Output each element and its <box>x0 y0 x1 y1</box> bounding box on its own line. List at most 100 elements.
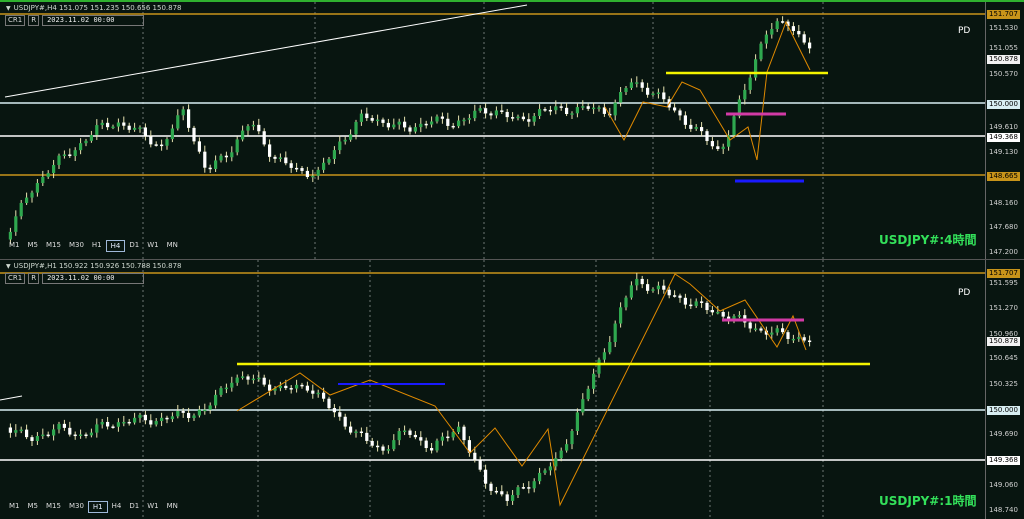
r-button[interactable]: R <box>28 273 40 284</box>
candle-body <box>381 446 385 451</box>
candle-body <box>79 143 83 151</box>
timeframe-m15[interactable]: M15 <box>42 501 65 513</box>
timeframe-m1[interactable]: M1 <box>5 501 24 513</box>
zigzag-line <box>236 273 807 507</box>
candle-body <box>565 444 569 451</box>
h1-chart-canvas[interactable] <box>0 260 1024 519</box>
timeframe-w1[interactable]: W1 <box>143 240 162 252</box>
cr1-button[interactable]: CR1 <box>5 273 26 284</box>
candle-body <box>300 168 304 171</box>
candle-body <box>392 124 396 128</box>
timeframe-mn[interactable]: MN <box>163 501 182 513</box>
price-tick-label: 147.680 <box>989 223 1018 231</box>
candle-body <box>629 285 633 298</box>
candle-body <box>781 21 785 23</box>
candle-body <box>397 121 401 125</box>
candle-body <box>791 26 795 31</box>
timeframe-m5[interactable]: M5 <box>24 240 43 252</box>
candle-body <box>640 278 644 285</box>
h4-chart-canvas[interactable] <box>0 2 1024 259</box>
h4-chart-panel[interactable]: ▼ USDJPY#,H4 151.075 151.235 150.656 150.… <box>0 0 1024 259</box>
candle-body <box>332 150 336 160</box>
candle-body <box>300 384 304 387</box>
timeframe-d1[interactable]: D1 <box>125 501 143 513</box>
timeframe-h1[interactable]: H1 <box>87 501 108 513</box>
candle-body <box>30 192 34 198</box>
candle-body <box>559 450 563 459</box>
candle-body <box>770 332 774 335</box>
candle-body <box>176 410 180 417</box>
timeframe-w1[interactable]: W1 <box>143 501 162 513</box>
candle-body <box>127 421 131 424</box>
candle-body <box>732 116 736 136</box>
cr1-button[interactable]: CR1 <box>5 15 26 26</box>
timeframe-m1[interactable]: M1 <box>5 240 24 252</box>
candle-body <box>586 388 590 400</box>
candle-body <box>575 412 579 432</box>
collapse-arrow-icon[interactable]: ▼ <box>6 5 11 12</box>
timeframe-h4[interactable]: H4 <box>105 240 126 252</box>
candle-body <box>408 127 412 132</box>
candle-body <box>30 437 34 441</box>
timeframe-m30[interactable]: M30 <box>65 501 88 513</box>
candle-body <box>284 385 288 389</box>
price-level-box: 150.000 <box>987 406 1020 415</box>
candle-body <box>656 285 660 290</box>
candle-body <box>257 377 261 380</box>
candle-body <box>678 110 682 116</box>
candle-body <box>68 154 72 157</box>
candle-body <box>268 384 272 391</box>
candle-body <box>84 434 88 437</box>
candle-body <box>457 426 461 433</box>
candle-body <box>662 92 666 100</box>
candle-body <box>570 113 574 115</box>
candle-body <box>116 122 120 127</box>
price-tick-label: 149.690 <box>989 430 1018 438</box>
timeframe-mn[interactable]: MN <box>163 240 182 252</box>
candle-body <box>640 82 644 88</box>
candle-body <box>802 337 806 341</box>
candle-body <box>25 429 29 438</box>
h4-symbol-header: ▼ USDJPY#,H4 151.075 151.235 150.656 150.… <box>6 4 182 12</box>
candle-body <box>440 436 444 441</box>
candle-body <box>737 315 741 317</box>
timeframe-m15[interactable]: M15 <box>42 240 65 252</box>
candle-body <box>646 87 650 95</box>
candle-body <box>230 382 234 388</box>
candle-body <box>413 434 417 438</box>
timeframe-h1[interactable]: H1 <box>88 240 106 252</box>
r-button[interactable]: R <box>28 15 40 26</box>
candle-body <box>327 398 331 409</box>
date-input[interactable]: 2023.11.02 00:00 <box>42 273 145 284</box>
collapse-arrow-icon[interactable]: ▼ <box>6 263 11 270</box>
date-input[interactable]: 2023.11.02 00:00 <box>42 15 145 26</box>
candle-body <box>332 408 336 413</box>
candle-body <box>716 311 720 314</box>
candle-body <box>338 412 342 417</box>
candle-body <box>613 102 617 116</box>
candle-body <box>133 417 137 423</box>
h1-chart-panel[interactable]: ▼ USDJPY#,H1 150.922 150.926 150.788 150.… <box>0 259 1024 519</box>
candle-body <box>359 113 363 122</box>
candle-body <box>46 173 50 177</box>
candle-body <box>305 385 309 391</box>
timeframe-h4[interactable]: H4 <box>108 501 126 513</box>
candle-body <box>511 495 515 501</box>
candle-body <box>586 106 590 109</box>
timeframe-d1[interactable]: D1 <box>125 240 143 252</box>
candle-body <box>127 125 131 130</box>
candle-body <box>365 113 369 119</box>
candle-body <box>570 431 574 445</box>
timeframe-m30[interactable]: M30 <box>65 240 88 252</box>
candle-body <box>181 410 185 413</box>
candle-body <box>170 128 174 140</box>
candle-body <box>14 430 18 433</box>
h1-watermark: USDJPY#:1時間 <box>879 494 977 508</box>
candle-body <box>457 120 461 127</box>
candle-body <box>408 430 412 435</box>
h4-watermark: USDJPY#:4時間 <box>879 233 977 247</box>
candle-body <box>748 322 752 329</box>
candle-body <box>187 412 191 419</box>
price-tick-label: 149.610 <box>989 123 1018 131</box>
timeframe-m5[interactable]: M5 <box>24 501 43 513</box>
